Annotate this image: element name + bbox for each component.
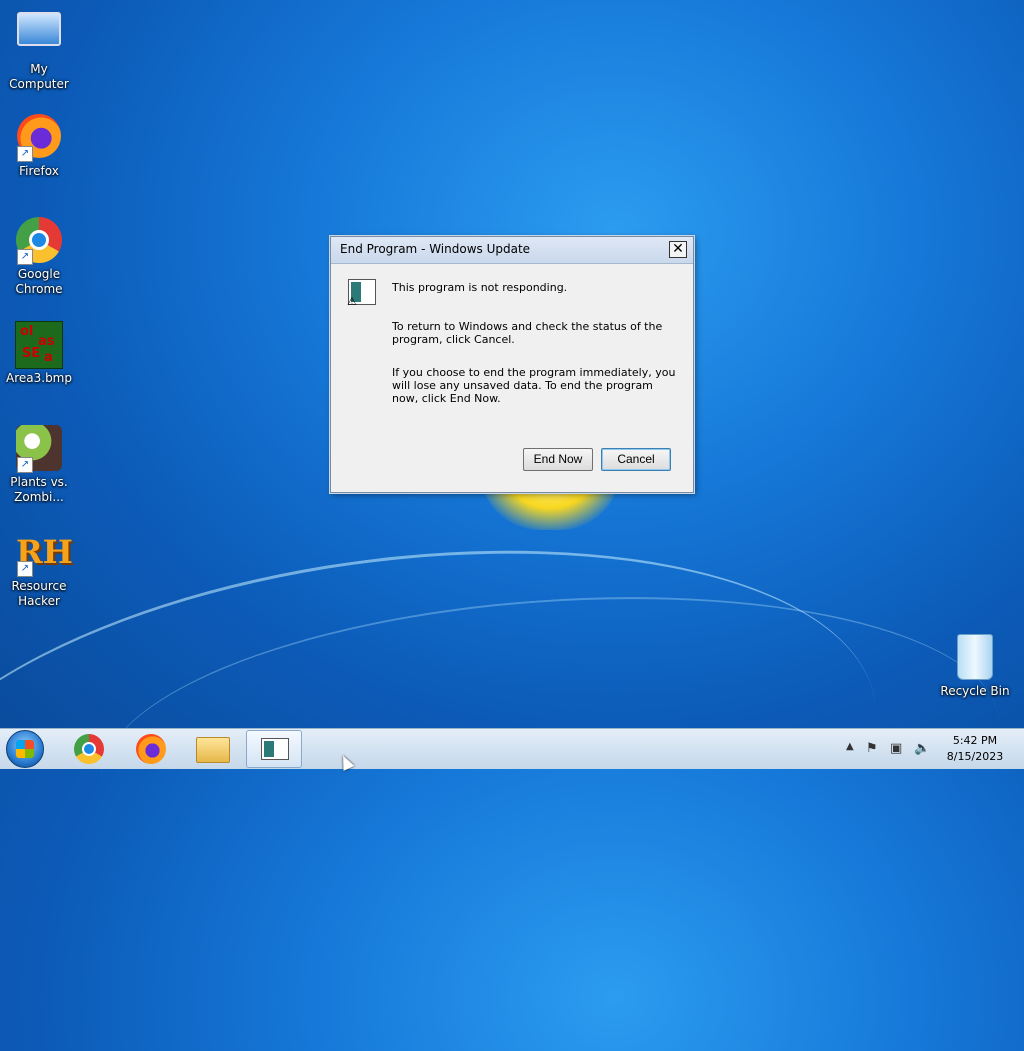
folder-icon — [196, 737, 230, 763]
desktop-icon-label: Recycle Bin — [940, 684, 1010, 698]
recycle-bin-icon — [957, 634, 993, 680]
end-now-button[interactable]: End Now — [523, 448, 593, 471]
dialog-message-cancel-hint: To return to Windows and check the statu… — [392, 320, 663, 346]
dialog-title: End Program - Windows Update — [340, 242, 531, 256]
desktop-icon-label: Firefox — [19, 164, 59, 178]
taskbar-item-firefox[interactable] — [122, 730, 178, 768]
start-button[interactable] — [6, 730, 44, 768]
desktop-icon-recycle-bin[interactable]: Recycle Bin — [937, 632, 1013, 699]
taskbar-item-file-explorer[interactable] — [184, 730, 240, 768]
shortcut-arrow-icon: ↗ — [17, 146, 33, 162]
end-program-dialog: End Program - Windows Update ✕ ⚠ This pr… — [330, 236, 694, 493]
cancel-button[interactable]: Cancel — [601, 448, 671, 471]
close-button[interactable]: ✕ — [669, 241, 687, 258]
action-center-flag-icon[interactable]: ⚑ — [866, 741, 878, 756]
shortcut-arrow-icon: ↗ — [17, 561, 33, 577]
desktop-icon-label: Resource Hacker — [11, 579, 67, 608]
clock-time: 5:42 PM — [952, 734, 998, 747]
clock-date: 8/15/2023 — [946, 750, 1004, 763]
taskbar-clock[interactable]: 5:42 PM 8/15/2023 — [942, 733, 1008, 765]
show-hidden-icons-chevron-icon[interactable]: ▲ — [846, 741, 854, 752]
desktop-icon-label: Plants vs. Zombi... — [10, 475, 68, 504]
desktop-icon-plants-vs-zombies[interactable]: ↗ Plants vs. Zombi... — [1, 424, 77, 505]
desktop-icon-google-chrome[interactable]: ↗ Google Chrome — [1, 216, 77, 297]
shortcut-arrow-icon: ↗ — [17, 249, 33, 265]
desktop-icon-label: Area3.bmp — [6, 371, 72, 385]
bitmap-icon: ol as SE a — [15, 321, 63, 369]
application-window-icon — [261, 738, 289, 760]
taskbar-item-chrome[interactable] — [60, 730, 116, 768]
desktop-icon-area3-bmp[interactable]: ol as SE a Area3.bmp — [1, 320, 77, 386]
taskbar-item-windows-update[interactable] — [246, 730, 302, 768]
shortcut-arrow-icon: ↗ — [17, 457, 33, 473]
volume-muted-icon[interactable]: 🔈 — [914, 741, 930, 756]
dialog-titlebar[interactable]: End Program - Windows Update ✕ — [331, 237, 693, 264]
chrome-icon — [74, 734, 104, 764]
desktop-icon-label: Google Chrome — [15, 267, 63, 296]
dialog-message-end-now-hint: If you choose to end the program immedia… — [392, 366, 676, 405]
desktop-icon-firefox[interactable]: ↗ Firefox — [1, 112, 77, 179]
firefox-icon — [136, 734, 166, 764]
taskbar: ▲ ⚑ ▣ 🔈 5:42 PM 8/15/2023 — [0, 728, 1024, 769]
desktop-icon-resource-hacker[interactable]: RH ↗ Resource Hacker — [1, 528, 77, 609]
network-icon[interactable]: ▣ — [890, 741, 902, 756]
dialog-message-not-responding: This program is not responding. — [392, 281, 568, 294]
desktop-icon-my-computer[interactable]: My Computer — [1, 8, 77, 92]
windows-logo-icon — [16, 740, 34, 758]
not-responding-warning-icon: ⚠ — [347, 279, 378, 308]
computer-icon — [17, 12, 61, 46]
desktop-icon-label: My Computer — [9, 62, 69, 91]
